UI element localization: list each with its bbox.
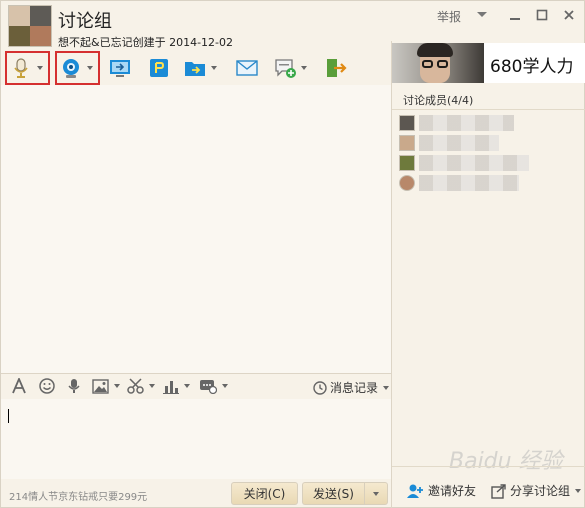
- banner-glasses: [422, 60, 433, 68]
- banner-text: 680学人力: [490, 57, 574, 77]
- chevron-down-icon[interactable]: [149, 384, 155, 388]
- member-name-blurred: [419, 135, 499, 151]
- window-header: 讨论组 想不起&已忘记创建于 2014-12-02 举报: [1, 1, 585, 49]
- message-history-label: 消息记录: [330, 381, 379, 395]
- message-input[interactable]: [1, 399, 391, 479]
- member-item[interactable]: [399, 153, 584, 173]
- send-button[interactable]: 发送(S): [302, 482, 364, 505]
- invite-friends-button[interactable]: 邀请好友: [406, 482, 476, 499]
- banner-photo: [392, 43, 484, 83]
- send-file-icon: [185, 62, 205, 76]
- scissors-icon: [127, 378, 144, 394]
- emoji-button[interactable]: [39, 378, 55, 394]
- member-name-blurred: [419, 115, 514, 131]
- chevron-down-icon[interactable]: [184, 384, 190, 388]
- email-icon: [236, 60, 258, 76]
- image-icon: [92, 378, 109, 394]
- group-title: 讨论组: [58, 11, 112, 32]
- font-button[interactable]: [11, 378, 27, 394]
- screenshot-more-icon: [200, 379, 217, 394]
- group-avatar[interactable]: [8, 5, 52, 47]
- invite-friends-label: 邀请好友: [428, 484, 477, 498]
- panel-divider: [391, 41, 392, 508]
- avatar: [399, 115, 415, 131]
- maximize-icon[interactable]: [533, 7, 551, 23]
- ad-link[interactable]: 214情人节京东钻戒只要299元: [9, 488, 147, 503]
- chevron-down-icon[interactable]: [473, 7, 491, 23]
- message-add-button[interactable]: [274, 55, 307, 81]
- clock-icon: [313, 380, 327, 395]
- member-item[interactable]: [399, 113, 584, 133]
- exit-icon: [327, 59, 347, 77]
- highlight-box: [55, 51, 100, 85]
- minimize-icon[interactable]: [506, 7, 524, 23]
- voice-message-button[interactable]: [67, 378, 81, 394]
- panel-footer-divider: [392, 466, 585, 467]
- exit-group-button[interactable]: [325, 55, 347, 81]
- member-name-blurred: [419, 155, 529, 171]
- message-area[interactable]: [1, 85, 391, 373]
- bottom-bar: 214情人节京东钻戒只要299元 关闭(C) 发送(S): [1, 479, 391, 508]
- share-group-label: 分享讨论组: [510, 484, 571, 498]
- chevron-down-icon[interactable]: [222, 384, 228, 388]
- chevron-down-icon[interactable]: [301, 66, 307, 70]
- member-item[interactable]: [399, 173, 584, 193]
- report-button[interactable]: 举报: [437, 8, 461, 25]
- member-item[interactable]: [399, 133, 584, 153]
- message-history-button[interactable]: 消息记录: [313, 379, 390, 396]
- chevron-down-icon[interactable]: [575, 488, 582, 493]
- chevron-down-icon: [373, 491, 379, 496]
- banner-hair: [417, 43, 453, 57]
- members-divider: [392, 109, 585, 110]
- voice-icon: [68, 379, 80, 393]
- font-icon: [12, 378, 26, 394]
- members-title: 讨论成员(4/4): [403, 94, 474, 107]
- chevron-down-icon[interactable]: [211, 66, 217, 70]
- ad-banner[interactable]: 680学人力: [392, 43, 585, 83]
- screen-share-button[interactable]: [109, 55, 131, 81]
- banner-glasses: [437, 60, 448, 68]
- screenshot-button[interactable]: [127, 378, 155, 394]
- text-cursor: [8, 409, 9, 423]
- close-button[interactable]: 关闭(C): [231, 482, 298, 505]
- screen-share-icon: [110, 60, 130, 77]
- share-icon: [491, 483, 506, 499]
- send-options-button[interactable]: [364, 482, 388, 505]
- chevron-down-icon[interactable]: [383, 385, 390, 390]
- more-tools-button[interactable]: [199, 378, 228, 394]
- chevron-down-icon[interactable]: [114, 384, 120, 388]
- member-name-blurred: [419, 175, 519, 191]
- bookmark-icon: [150, 59, 168, 77]
- chart-button[interactable]: [163, 378, 190, 394]
- email-button[interactable]: [236, 55, 258, 81]
- send-file-button[interactable]: [184, 55, 217, 81]
- chat-window: 讨论组 想不起&已忘记创建于 2014-12-02 举报 消息记录 214情人节…: [0, 0, 585, 508]
- image-button[interactable]: [92, 378, 120, 394]
- emoji-icon: [39, 378, 55, 394]
- close-icon[interactable]: [560, 7, 578, 23]
- avatar: [399, 155, 415, 171]
- highlight-box: [5, 51, 50, 85]
- chart-icon: [163, 380, 179, 394]
- apps-button[interactable]: [148, 55, 170, 81]
- group-subtitle: 想不起&已忘记创建于 2014-12-02: [58, 36, 234, 49]
- message-add-icon: [275, 59, 296, 78]
- watermark: Baidu 经验: [449, 449, 563, 474]
- add-user-icon: [407, 484, 423, 498]
- avatar: [399, 175, 415, 191]
- share-group-button[interactable]: 分享讨论组: [491, 482, 582, 499]
- avatar: [399, 135, 415, 151]
